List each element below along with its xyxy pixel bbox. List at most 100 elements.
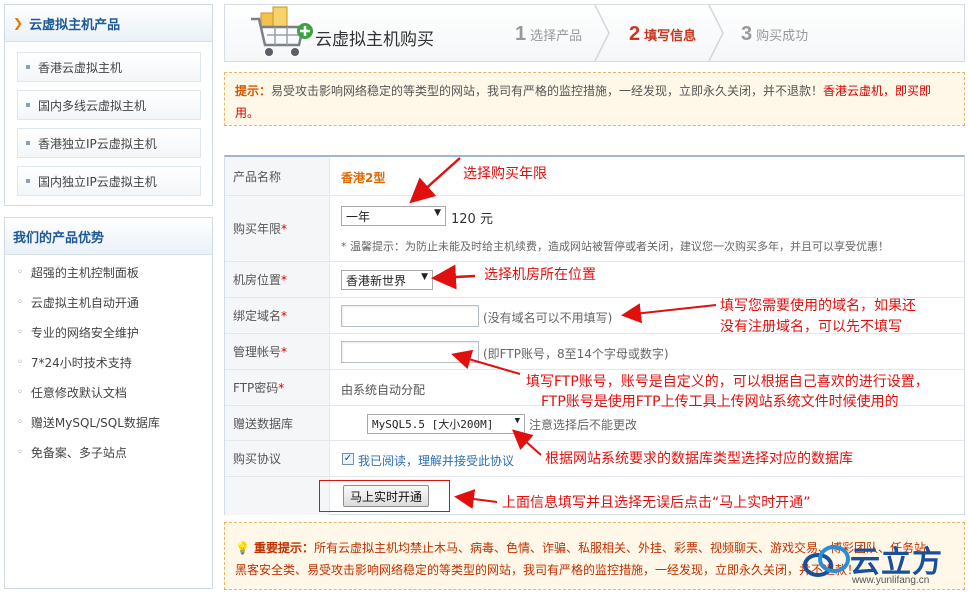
bullet-icon bbox=[26, 141, 30, 145]
annotation-period: 选择购买年限 bbox=[463, 166, 547, 182]
purchase-header: 云虚拟主机购买 1 选择产品 2 填写信息 3 购买成功 bbox=[224, 4, 965, 62]
domain-label-cell: 绑定域名 * bbox=[225, 298, 330, 333]
required-mark: * bbox=[281, 344, 288, 359]
account-label-cell: 管理帐号 * bbox=[225, 334, 330, 369]
form-row-period: 购买年限 * 一年 ▼ 120 元 * 温馨提示：为防止未能及时给主机续费，造成网… bbox=[225, 196, 964, 262]
agreement-read: 我已阅读， bbox=[358, 454, 419, 468]
advantage-label: 云虚拟主机自动开通 bbox=[30, 295, 139, 310]
advantage-label: 7*24小时技术支持 bbox=[30, 355, 132, 370]
chevron-down-icon: ▼ bbox=[434, 208, 441, 218]
db-selected: MySQL5.5 [大小200M] bbox=[372, 418, 494, 431]
sidebar-item-hk-cloud-host[interactable]: 香港云虚拟主机 bbox=[17, 52, 201, 82]
annotation-datacenter: 选择机房所在位置 bbox=[484, 267, 596, 283]
sidebar-products-header: ❯ 云虚拟主机产品 bbox=[5, 5, 212, 42]
agreement-checkbox[interactable]: ✓ bbox=[342, 453, 354, 465]
account-input[interactable] bbox=[341, 341, 479, 363]
datacenter-label-cell: 机房位置 * bbox=[225, 262, 330, 297]
step-number: 1 bbox=[515, 22, 527, 45]
account-label: 管理帐号 bbox=[233, 345, 282, 359]
sidebar-item-label: 香港云虚拟主机 bbox=[38, 60, 123, 75]
advantage-label: 赠送MySQL/SQL数据库 bbox=[30, 415, 160, 430]
annotation-domain: 填写您需要使用的域名，如果还 没有注册域名，可以先不填写 bbox=[720, 296, 916, 338]
step-label: 购买成功 bbox=[756, 28, 809, 44]
ftp-value: 由系统自动分配 bbox=[341, 383, 426, 397]
db-label: 赠送数据库 bbox=[225, 406, 330, 440]
advantage-label: 任意修改默认文档 bbox=[30, 385, 127, 400]
advantage-item[interactable]: ◦ 云虚拟主机自动开通 bbox=[17, 290, 207, 314]
form-row-account: 管理帐号 * (即FTP账号，8至14个字母或数字) bbox=[225, 334, 964, 370]
bullet-icon: ◦ bbox=[17, 326, 23, 338]
advantage-item[interactable]: ◦ 专业的网络安全维护 bbox=[17, 320, 207, 344]
step-fill-info: 2 填写信息 bbox=[629, 19, 696, 49]
datacenter-selected: 香港新世界 bbox=[346, 273, 407, 288]
bullet-icon: ◦ bbox=[17, 266, 23, 278]
sidebar-item-label: 国内独立IP云虚拟主机 bbox=[38, 174, 157, 189]
annotation-database: 根据网站系统要求的数据库类型选择对应的数据库 bbox=[545, 451, 853, 467]
lightbulb-icon: 💡 bbox=[235, 541, 250, 555]
database-select[interactable]: MySQL5.5 [大小200M] ▼ bbox=[367, 414, 525, 434]
domain-input[interactable] bbox=[341, 305, 479, 327]
sidebar-advantages-header: 我们的产品优势 bbox=[5, 218, 212, 255]
step-number: 2 bbox=[629, 22, 641, 45]
agreement-label: 购买协议 bbox=[225, 441, 330, 476]
db-hint: 注意选择后不能更改 bbox=[529, 418, 638, 432]
bullet-icon: ◦ bbox=[17, 416, 23, 428]
notice-text: 易受攻击影响网络稳定的等类型的网站，我司有严格的监控措施，一经发现，立即永久关闭… bbox=[271, 84, 824, 98]
annotation-domain-line1: 填写您需要使用的域名，如果还 bbox=[720, 298, 916, 314]
required-mark: * bbox=[281, 308, 288, 323]
bullet-icon: ◦ bbox=[17, 386, 23, 398]
product-label: 产品名称 bbox=[225, 157, 330, 195]
period-price: 120 元 bbox=[451, 212, 493, 227]
sidebar-item-cn-dedicated-ip-host[interactable]: 国内独立IP云虚拟主机 bbox=[17, 166, 201, 196]
annotation-ftp: 填写FTP账号，账号是自定义的，可以根据自己喜欢的进行设置， FTP账号是使用F… bbox=[526, 372, 929, 412]
advantage-item[interactable]: ◦ 超强的主机控制面板 bbox=[17, 260, 207, 284]
bullet-icon bbox=[26, 179, 30, 183]
page-title: 云虚拟主机购买 bbox=[315, 30, 434, 50]
submit-label-cell bbox=[225, 477, 330, 515]
bullet-icon: ◦ bbox=[17, 446, 23, 458]
bullet-icon: ◦ bbox=[17, 356, 23, 368]
step-separator-icon bbox=[594, 5, 610, 61]
advantage-item[interactable]: ◦ 免备案、多子站点 bbox=[17, 440, 207, 464]
period-tip: * 温馨提示：为防止未能及时给主机续费，造成网站被暂停或者关闭，建议您一次购买多… bbox=[341, 240, 889, 253]
sidebar-item-label: 香港独立IP云虚拟主机 bbox=[38, 136, 157, 151]
domain-hint: (没有域名可以不用填写) bbox=[483, 311, 613, 325]
sidebar-products-panel: ❯ 云虚拟主机产品 香港云虚拟主机 国内多线云虚拟主机 香港独立IP云虚拟主机 … bbox=[4, 4, 213, 206]
sidebar-products-title: 云虚拟主机产品 bbox=[29, 17, 121, 33]
advantage-item[interactable]: ◦ 7*24小时技术支持 bbox=[17, 350, 207, 374]
sidebar-item-cn-multiline-host[interactable]: 国内多线云虚拟主机 bbox=[17, 90, 201, 120]
period-selected: 一年 bbox=[346, 209, 371, 224]
period-label-cell: 购买年限 * bbox=[225, 196, 330, 261]
step-label: 填写信息 bbox=[644, 28, 697, 44]
chevron-right-icon: ❯ bbox=[13, 16, 24, 30]
sidebar-item-hk-dedicated-ip-host[interactable]: 香港独立IP云虚拟主机 bbox=[17, 128, 201, 158]
yunlifang-logo: 云立方 www.yunlifang.cn bbox=[800, 533, 965, 589]
required-mark: * bbox=[281, 221, 288, 236]
cloud-logo-icon bbox=[803, 545, 850, 577]
ftp-label-cell: FTP密码 * bbox=[225, 370, 330, 405]
agreement-text: 我已阅读，理解并接受此协议 bbox=[358, 452, 514, 469]
bullet-icon: ◦ bbox=[17, 296, 23, 308]
datacenter-select[interactable]: 香港新世界 ▼ bbox=[341, 270, 433, 290]
submit-highlight-box bbox=[319, 480, 450, 512]
advantage-item[interactable]: ◦ 任意修改默认文档 bbox=[17, 380, 207, 404]
agreement-link[interactable]: 理解并接受此协议 bbox=[418, 454, 514, 468]
annotation-ftp-line1: 填写FTP账号，账号是自定义的，可以根据自己喜欢的进行设置， bbox=[526, 374, 929, 390]
step-separator-icon bbox=[708, 5, 724, 61]
form-row-product: 产品名称 香港2型 bbox=[225, 157, 964, 196]
period-select[interactable]: 一年 ▼ bbox=[341, 206, 446, 226]
step-select-product: 1 选择产品 bbox=[515, 19, 582, 49]
annotation-domain-line2: 没有注册域名，可以先不填写 bbox=[720, 319, 902, 335]
step-label: 选择产品 bbox=[530, 28, 583, 44]
period-label: 购买年限 bbox=[233, 222, 282, 236]
annotation-submit: 上面信息填写并且选择无误后点击“马上实时开通” bbox=[502, 495, 811, 511]
step-number: 3 bbox=[741, 22, 753, 45]
shopping-cart-icon bbox=[251, 6, 313, 56]
bullet-icon bbox=[26, 65, 30, 69]
datacenter-label: 机房位置 bbox=[233, 273, 282, 287]
sidebar-advantages-title: 我们的产品优势 bbox=[13, 230, 105, 246]
required-mark: * bbox=[278, 380, 285, 395]
logo-url: www.yunlifang.cn bbox=[852, 575, 930, 586]
chevron-down-icon: ▼ bbox=[421, 272, 428, 282]
advantage-item[interactable]: ◦ 赠送MySQL/SQL数据库 bbox=[17, 410, 207, 434]
